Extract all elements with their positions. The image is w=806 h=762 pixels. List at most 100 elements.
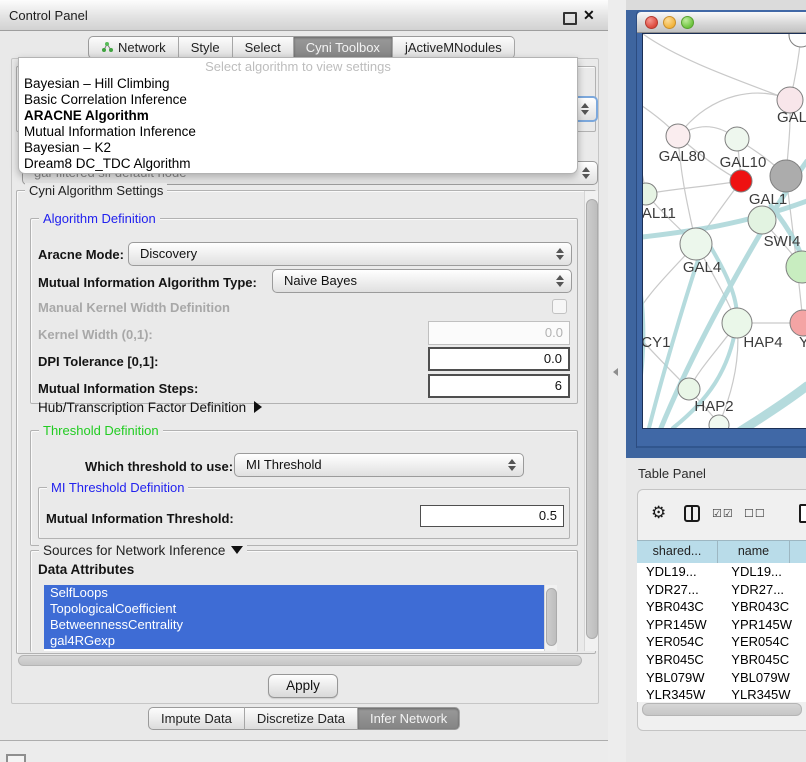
- table-row[interactable]: YBR043CYBR043C: [637, 598, 806, 616]
- node-gal80[interactable]: [666, 124, 690, 148]
- table-cell[interactable]: 9.: [799, 651, 806, 669]
- vscroll-thumb[interactable]: [586, 199, 598, 639]
- node-swi4[interactable]: [748, 206, 776, 234]
- node-hap2[interactable]: [678, 378, 700, 400]
- attribute-item[interactable]: gal4RGexp: [44, 633, 544, 649]
- algorithm-option[interactable]: ARACNE Algorithm: [19, 108, 577, 124]
- algorithm-dropdown-list[interactable]: Select algorithm to view settings Bayesi…: [18, 57, 578, 174]
- attribute-item[interactable]: TopologicalCoefficient: [44, 601, 544, 617]
- gear-icon[interactable]: ⚙: [651, 503, 666, 523]
- manual-kernel-checkbox[interactable]: [552, 299, 567, 314]
- tab-infer-network[interactable]: Infer Network: [358, 707, 460, 730]
- table-row[interactable]: YBL079WYBL079W: [637, 669, 806, 687]
- panel-grip-icon[interactable]: [6, 754, 26, 762]
- vscroll-thumb[interactable]: [546, 588, 557, 646]
- algorithm-option[interactable]: Bayesian – K2: [19, 140, 577, 156]
- table-cell[interactable]: YER054C: [722, 633, 799, 651]
- node-gal4[interactable]: [680, 228, 712, 260]
- columns-icon[interactable]: [684, 505, 700, 522]
- node-unlabeled[interactable]: [789, 34, 806, 47]
- close-icon[interactable]: ✕: [583, 7, 595, 24]
- kernel-width-field[interactable]: 0.0: [428, 321, 570, 345]
- table-cell[interactable]: YPR145W: [637, 616, 722, 634]
- node-unlabeled[interactable]: [770, 160, 802, 192]
- table-cell[interactable]: 8.: [799, 633, 806, 651]
- node-gal10[interactable]: [725, 127, 749, 151]
- mi-type-combo[interactable]: Naive Bayes: [272, 269, 572, 293]
- table-cell[interactable]: YBL079W: [722, 669, 799, 687]
- table-cell[interactable]: [799, 598, 806, 616]
- tab-jactivemnodules[interactable]: jActiveMNodules: [393, 36, 515, 59]
- attributes-vscrollbar[interactable]: [544, 585, 557, 651]
- mi-threshold-field[interactable]: 0.5: [420, 505, 564, 527]
- node-unlabeled[interactable]: [786, 251, 806, 283]
- tab-network[interactable]: Network: [88, 36, 179, 59]
- hub-definition-toggle[interactable]: Hub/Transcription Factor Definition: [38, 400, 262, 415]
- table-row[interactable]: YLR345WYLR345W9.: [637, 686, 806, 702]
- table-cell[interactable]: YPR145W: [722, 616, 799, 634]
- node-gal1[interactable]: [730, 170, 752, 192]
- table-cell[interactable]: YLR345W: [722, 686, 799, 702]
- zoom-traffic-icon[interactable]: [681, 16, 694, 29]
- table-row[interactable]: YBR045CYBR045C9.: [637, 651, 806, 669]
- table-row[interactable]: YDR27...YDR27...12: [637, 581, 806, 599]
- settings-vscrollbar[interactable]: [584, 191, 598, 651]
- close-traffic-icon[interactable]: [645, 16, 658, 29]
- table-cell[interactable]: YBR043C: [722, 598, 799, 616]
- node-gal11[interactable]: [643, 183, 657, 205]
- apply-button[interactable]: Apply: [268, 674, 338, 698]
- table-cell[interactable]: YBL079W: [637, 669, 722, 687]
- algorithm-option[interactable]: Mutual Information Inference: [19, 124, 577, 140]
- attribute-item[interactable]: SelfLoops: [44, 585, 544, 601]
- algorithm-option[interactable]: Bayesian – Hill Climbing: [19, 76, 577, 92]
- column-header[interactable]: shared...: [637, 541, 718, 563]
- attribute-item[interactable]: BetweennessCentrality: [44, 617, 544, 633]
- minimize-traffic-icon[interactable]: [663, 16, 676, 29]
- settings-hscrollbar[interactable]: [18, 655, 582, 666]
- select-all-checkboxes-icon[interactable]: ☑☑: [712, 507, 734, 520]
- dpi-tolerance-field[interactable]: 0.0: [428, 347, 570, 371]
- table-cell[interactable]: YER054C: [637, 633, 722, 651]
- node-y[interactable]: [790, 310, 806, 336]
- algorithm-option[interactable]: Basic Correlation Inference: [19, 92, 577, 108]
- table-cell[interactable]: YDR27...: [722, 581, 799, 599]
- float-window-icon[interactable]: [563, 12, 577, 25]
- table-row[interactable]: YDL19...YDL19...13: [637, 563, 806, 581]
- table-cell[interactable]: YBR045C: [637, 651, 722, 669]
- table-cell[interactable]: [799, 669, 806, 687]
- column-header[interactable]: [790, 541, 806, 563]
- network-window-titlebar[interactable]: [637, 12, 806, 33]
- algorithm-option[interactable]: Dream8 DC_TDC Algorithm: [19, 156, 577, 172]
- tab-style[interactable]: Style: [179, 36, 233, 59]
- which-threshold-combo[interactable]: MI Threshold: [234, 453, 524, 477]
- table-cell[interactable]: YBR045C: [722, 651, 799, 669]
- aracne-mode-combo[interactable]: Discovery: [128, 242, 572, 266]
- table-cell[interactable]: YDL19...: [722, 563, 799, 581]
- mi-steps-field[interactable]: 6: [428, 374, 570, 398]
- tab-select[interactable]: Select: [233, 36, 294, 59]
- table-row[interactable]: YER054CYER054C8.: [637, 633, 806, 651]
- table-cell[interactable]: 9.: [799, 686, 806, 702]
- table-cell[interactable]: YDL19...: [637, 563, 722, 581]
- deselect-all-checkboxes-icon[interactable]: ☐☐: [744, 507, 766, 520]
- network-canvas[interactable]: GALGAL80GAL10GAL1GAL11SWI4GAL4GCY1HAP4YH…: [642, 33, 806, 429]
- tab-cyni-toolbox[interactable]: Cyni Toolbox: [294, 36, 393, 59]
- tab-discretize-data[interactable]: Discretize Data: [245, 707, 358, 730]
- table-cell[interactable]: YDR27...: [637, 581, 722, 599]
- sources-title[interactable]: Sources for Network Inference: [39, 543, 247, 558]
- table-cell[interactable]: 12: [799, 581, 806, 599]
- table-row[interactable]: YPR145WYPR145W9.: [637, 616, 806, 634]
- divider-collapse-icon[interactable]: [613, 368, 618, 376]
- tab-impute-data[interactable]: Impute Data: [148, 707, 245, 730]
- table-hscrollbar[interactable]: [642, 703, 802, 716]
- table-cell[interactable]: YBR043C: [637, 598, 722, 616]
- table-cell[interactable]: 13: [799, 563, 806, 581]
- node-unlabeled[interactable]: [709, 415, 729, 428]
- column-header[interactable]: name: [718, 541, 790, 563]
- document-icon[interactable]: [799, 504, 806, 523]
- table-cell[interactable]: 9.: [799, 616, 806, 634]
- table-rows[interactable]: YDL19...YDL19...13YDR27...YDR27...12YBR0…: [637, 563, 806, 702]
- data-attributes-list[interactable]: SelfLoopsTopologicalCoefficientBetweenne…: [44, 585, 544, 651]
- table-cell[interactable]: YLR345W: [637, 686, 722, 702]
- split-divider[interactable]: [608, 0, 626, 762]
